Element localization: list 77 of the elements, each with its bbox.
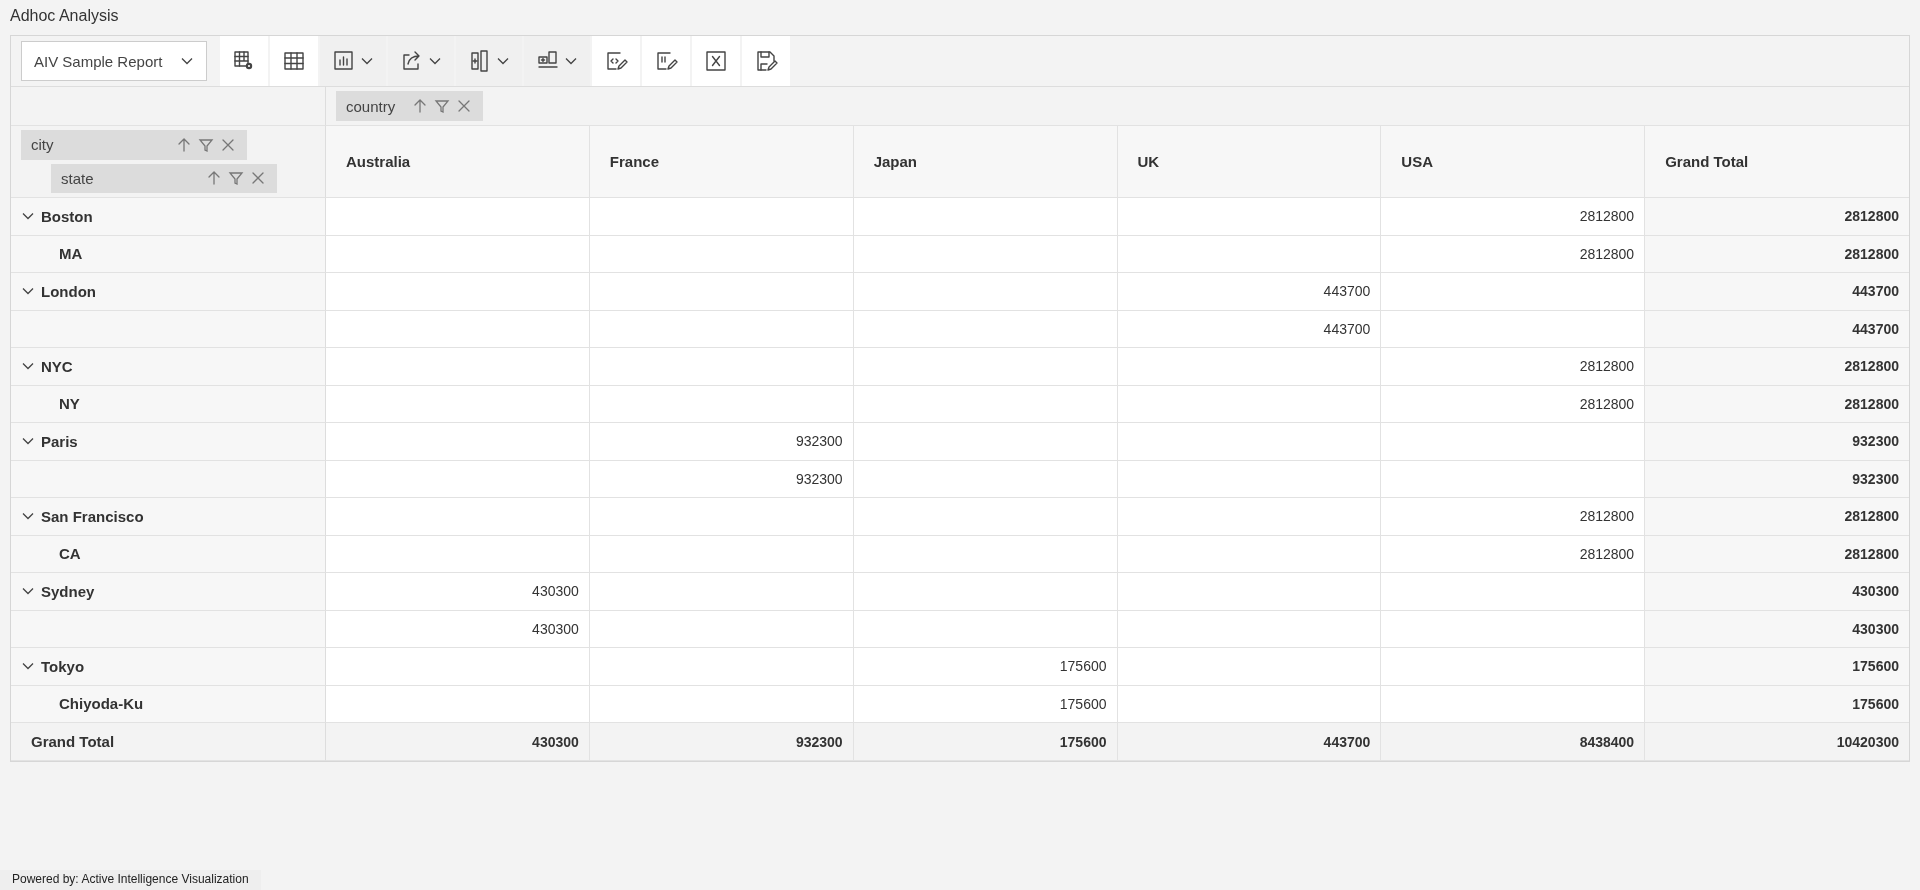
table-cell: 2812800 xyxy=(1381,385,1646,423)
table-cell: 932300 xyxy=(1645,460,1909,498)
table-cell: 2812800 xyxy=(1645,498,1909,536)
filter-icon xyxy=(434,98,451,114)
column-header: Japan xyxy=(853,126,1118,198)
code-edit-icon xyxy=(604,49,628,73)
save-edit-icon xyxy=(754,49,778,73)
row-header-cell: Grand Total xyxy=(11,723,326,761)
table-cell: 443700 xyxy=(1117,310,1382,348)
row-label: Boston xyxy=(41,207,93,225)
column-header: Australia xyxy=(326,126,590,198)
table-cell: 932300 xyxy=(589,423,854,461)
total-cell: 430300 xyxy=(326,723,590,761)
table-cell: 2812800 xyxy=(1381,235,1646,273)
arrow-up-icon xyxy=(176,136,192,153)
table-cell: 175600 xyxy=(853,648,1118,686)
row-header-cell: NY xyxy=(11,385,326,423)
column-header: USA xyxy=(1381,126,1646,198)
excel-icon xyxy=(704,49,728,73)
table-icon xyxy=(282,49,306,73)
row-label: NYC xyxy=(41,357,73,375)
toolbar-button[interactable] xyxy=(270,36,318,86)
arrow-up-icon xyxy=(206,170,222,187)
table-cell: 175600 xyxy=(1645,685,1909,723)
total-cell: 443700 xyxy=(1117,723,1382,761)
table-cell: 932300 xyxy=(589,460,854,498)
toolbar-button[interactable] xyxy=(742,36,790,86)
table-cell: 443700 xyxy=(1645,310,1909,348)
table-cell: 430300 xyxy=(1645,610,1909,648)
row-label: San Francisco xyxy=(41,507,144,525)
table-cell: 2812800 xyxy=(1381,498,1646,536)
powered-by-text: Powered by: Active Intelligence Visualization xyxy=(12,872,249,886)
table-cell: 2812800 xyxy=(1645,348,1909,386)
toolbar-button[interactable] xyxy=(642,36,690,86)
table-cell: 443700 xyxy=(1117,273,1382,311)
report-select[interactable]: AIV Sample Report xyxy=(21,41,207,81)
table-cell: 443700 xyxy=(1645,273,1909,311)
bar-chart-icon xyxy=(332,49,356,73)
window-title: Adhoc Analysis xyxy=(10,7,119,24)
table-cell: 2812800 xyxy=(1645,385,1909,423)
table-cell: 430300 xyxy=(1645,573,1909,611)
row-label: London xyxy=(41,282,96,300)
column-header: Grand Total xyxy=(1645,126,1909,198)
number-edit-icon xyxy=(654,49,678,73)
table-cell: 175600 xyxy=(1645,648,1909,686)
filter-icon xyxy=(198,136,214,153)
total-cell: 932300 xyxy=(589,723,854,761)
table-cell: 2812800 xyxy=(1381,535,1646,573)
table-cell: 2812800 xyxy=(1645,235,1909,273)
field-chip[interactable]: state xyxy=(51,163,277,193)
column-header: France xyxy=(589,126,854,198)
field-name: country xyxy=(346,97,396,115)
table-cell: 430300 xyxy=(326,573,590,611)
row-label: Paris xyxy=(41,432,78,450)
total-cell: 175600 xyxy=(853,723,1118,761)
toolbar-button[interactable] xyxy=(592,36,640,86)
table-cell: 430300 xyxy=(326,610,590,648)
field-chip[interactable]: city xyxy=(21,130,247,160)
row-header-cell: CA xyxy=(11,535,326,573)
row-header-cell: MA xyxy=(11,235,326,273)
toolbar-button[interactable] xyxy=(692,36,740,86)
table-cell: 2812800 xyxy=(1645,198,1909,236)
table-cell: 175600 xyxy=(853,685,1118,723)
column-header: UK xyxy=(1117,126,1382,198)
table-cell: 2812800 xyxy=(1381,198,1646,236)
field-name: city xyxy=(31,136,55,154)
field-chip[interactable]: country xyxy=(336,91,484,121)
total-cell: 8438400 xyxy=(1381,723,1646,761)
row-header-cell: Chiyoda-Ku xyxy=(11,685,326,723)
table-cell: 2812800 xyxy=(1381,348,1646,386)
filter-icon xyxy=(228,170,244,187)
table-cell: 932300 xyxy=(1645,423,1909,461)
row-label: Sydney xyxy=(41,582,95,600)
row-label: Tokyo xyxy=(41,657,85,675)
toolbar-button[interactable] xyxy=(220,36,268,86)
field-name: state xyxy=(61,169,95,187)
table-cell: 2812800 xyxy=(1645,535,1909,573)
